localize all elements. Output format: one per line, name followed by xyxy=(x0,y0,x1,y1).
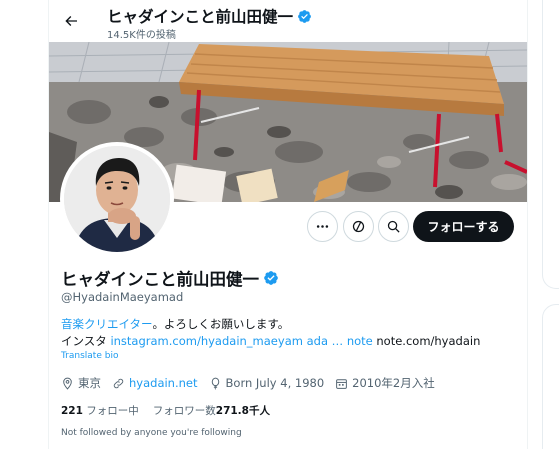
bio-line-1: 音楽クリエイター。よろしくお願いします。 xyxy=(61,316,289,332)
birthday: Born July 4, 1980 xyxy=(209,376,325,390)
following-count: 221 xyxy=(61,405,83,417)
followers-link[interactable]: フォロワー数271.8千人 xyxy=(153,403,270,418)
back-button[interactable] xyxy=(56,6,86,36)
subscribe-icon xyxy=(352,220,365,233)
not-followed-text: Not followed by anyone you're following xyxy=(61,428,242,438)
more-button[interactable] xyxy=(307,211,338,242)
back-arrow-icon xyxy=(65,16,77,26)
link-icon xyxy=(113,378,124,388)
birthday-text: Born July 4, 1980 xyxy=(225,376,325,390)
search-icon xyxy=(387,220,400,233)
joined-text: 2010年2月入社 xyxy=(352,376,435,390)
header-title: ヒャダインこと前山田健一 xyxy=(107,5,312,27)
calendar-icon xyxy=(336,378,348,389)
profile-page: ヒャダインこと前山田健一 14.5K件の投稿 フォローする ヒャダインこと前山田… xyxy=(0,0,559,449)
following-label: フォロー中 xyxy=(82,405,139,417)
joined: 2010年2月入社 xyxy=(335,375,435,391)
bio-text: 。よろしくお願いします。 xyxy=(152,317,290,331)
followers-label: フォロワー数 xyxy=(152,405,216,417)
bio-hashtag-link[interactable]: 音楽クリエイター xyxy=(61,317,152,331)
avatar-image xyxy=(64,146,170,252)
follow-counts: 221 フォロー中 フォロワー数271.8千人 xyxy=(61,403,270,418)
profile-handle: @HyadainMaeyamad xyxy=(61,290,184,304)
profile-header-bar: ヒャダインこと前山田健一 14.5K件の投稿 xyxy=(49,0,527,42)
avatar[interactable] xyxy=(60,142,174,256)
sidebar-card xyxy=(542,0,559,289)
column-border-right xyxy=(527,0,528,449)
following-link[interactable]: 221 フォロー中 xyxy=(61,403,139,418)
followers-count: 271.8千人 xyxy=(215,405,270,417)
sidebar-card-2 xyxy=(542,304,559,449)
bio-note-url: note.com/hyadain xyxy=(372,334,481,348)
left-gutter xyxy=(0,0,48,449)
more-icon xyxy=(316,225,329,228)
translate-bio-link[interactable]: Translate bio xyxy=(61,351,118,361)
location-text: 東京 xyxy=(78,376,101,390)
header-name: ヒャダインこと前山田健一 xyxy=(107,8,294,26)
display-name: ヒャダインこと前山田健一 xyxy=(61,270,259,289)
profile-meta: 東京 hyadain.net Born July 4, 1980 2010年2月… xyxy=(61,375,446,391)
bio-prefix: インスタ xyxy=(61,334,111,348)
website-link[interactable]: hyadain.net xyxy=(129,376,198,390)
post-count: 14.5K件の投稿 xyxy=(107,30,176,41)
follow-button[interactable]: フォローする xyxy=(413,211,514,242)
verified-badge-icon[interactable] xyxy=(263,270,279,286)
instagram-link[interactable]: instagram.com/hyadain_maeyam ada … xyxy=(110,334,343,348)
location: 東京 xyxy=(61,375,101,391)
profile-name: ヒャダインこと前山田健一 xyxy=(61,266,279,290)
verified-badge-icon[interactable] xyxy=(297,9,312,24)
search-button[interactable] xyxy=(378,211,409,242)
bio-line-2: インスタ instagram.com/hyadain_maeyam ada … … xyxy=(61,333,480,349)
location-icon xyxy=(63,377,72,390)
website: hyadain.net xyxy=(112,376,198,390)
balloon-icon xyxy=(211,377,219,390)
note-link[interactable]: note xyxy=(347,334,373,348)
subscribe-button[interactable] xyxy=(343,211,374,242)
